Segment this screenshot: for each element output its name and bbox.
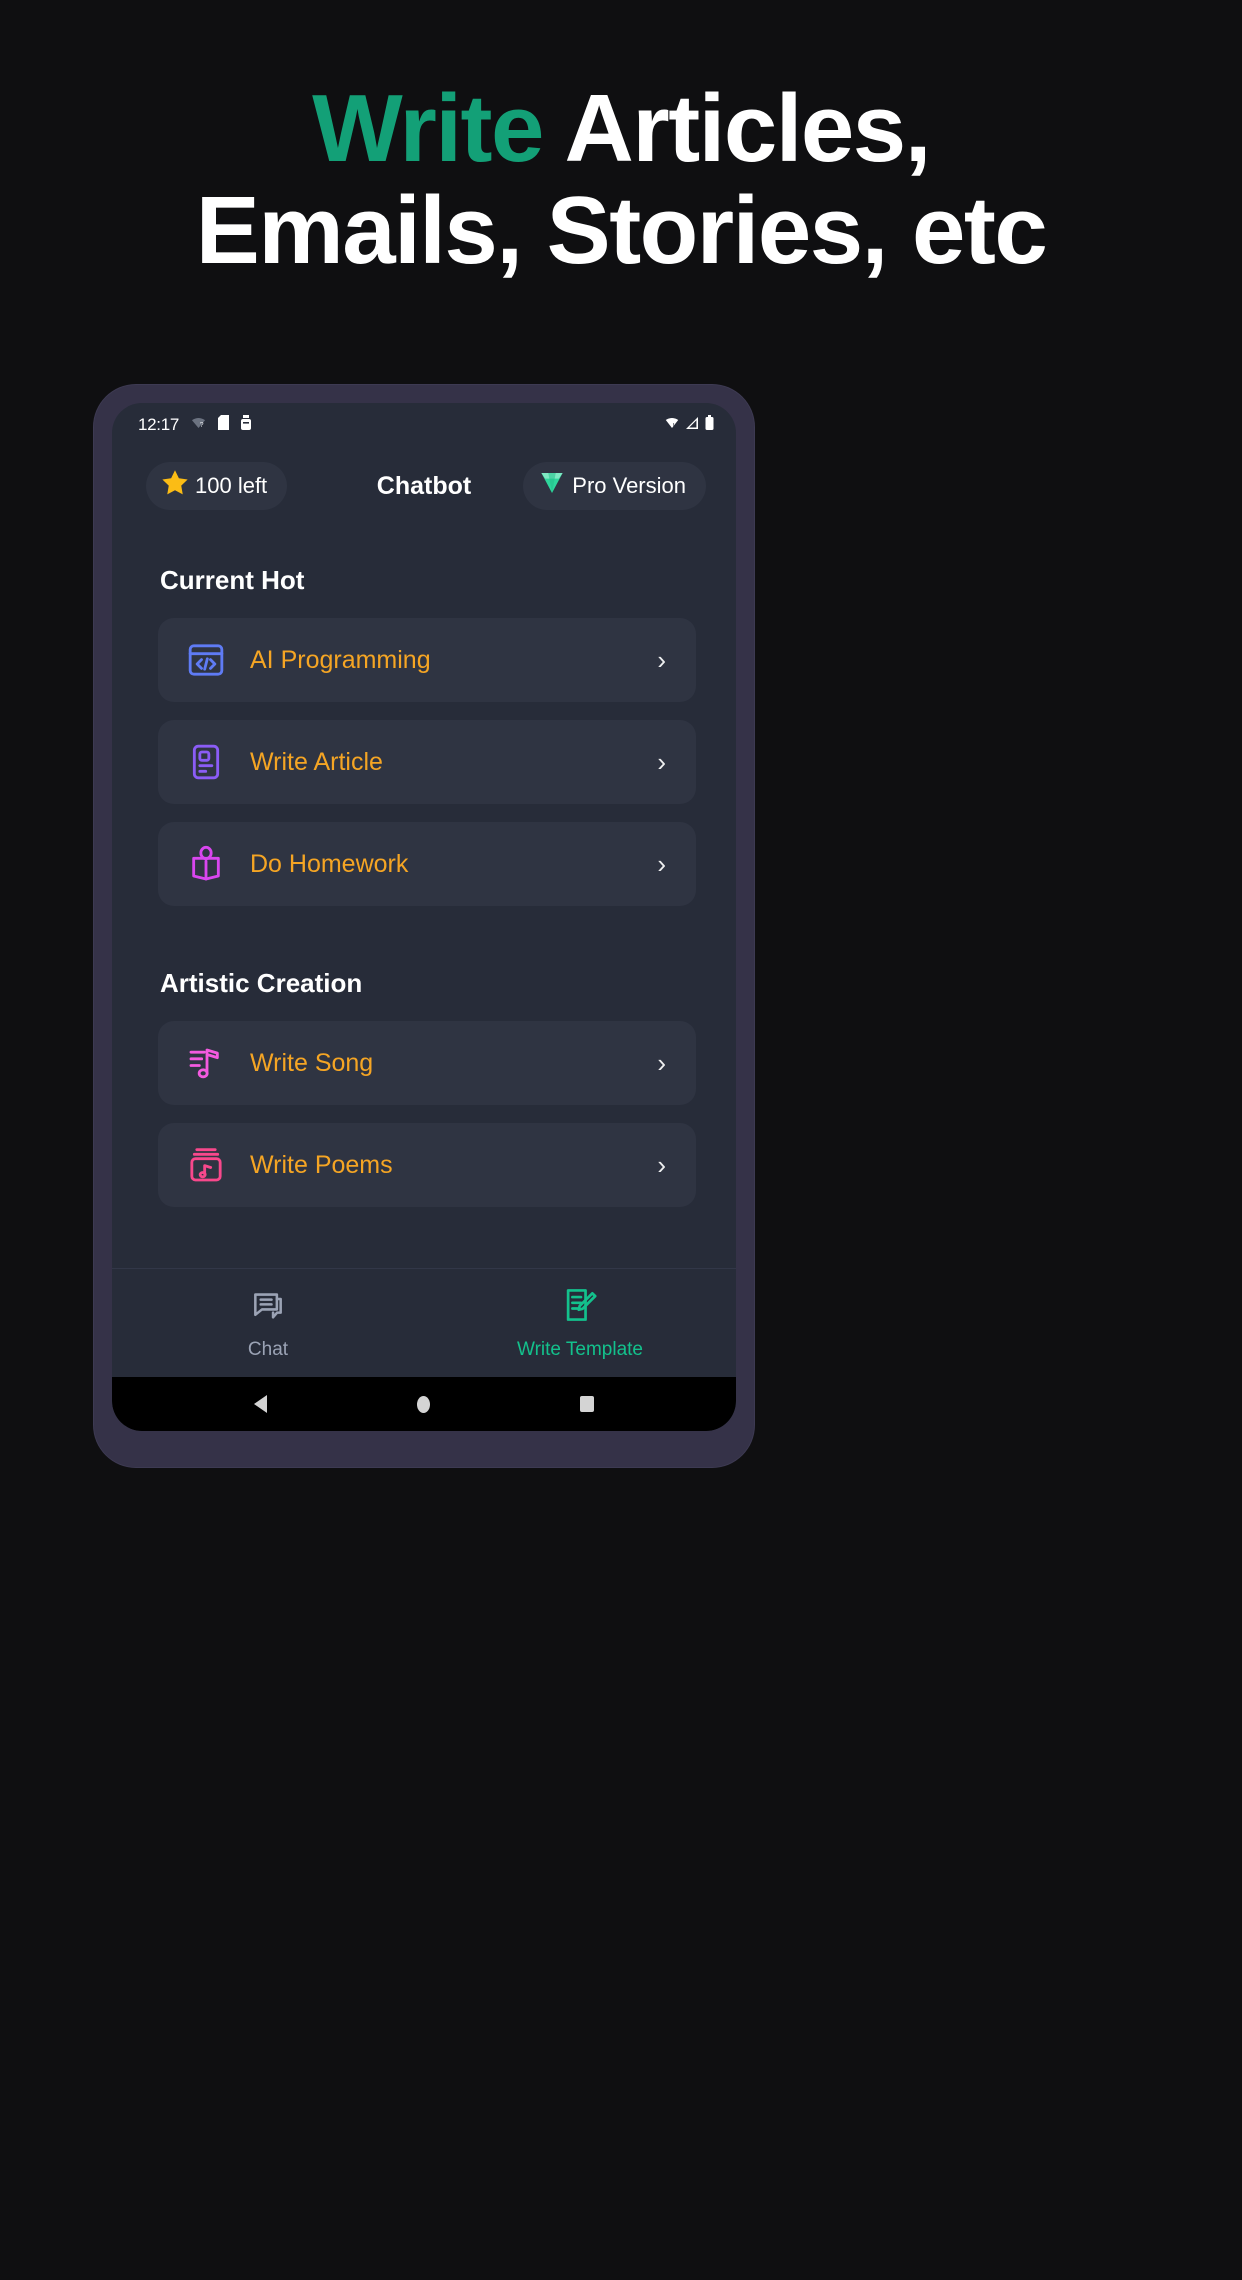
headline-line-1: Write Articles, xyxy=(0,78,1242,180)
music-album-icon xyxy=(184,1143,228,1187)
wifi-icon: ! xyxy=(664,415,680,435)
wifi-question-icon: ? xyxy=(190,415,207,435)
code-window-icon xyxy=(184,638,228,682)
tab-write-template-label: Write Template xyxy=(516,1338,643,1360)
list-item-write-poems[interactable]: Write Poems › xyxy=(158,1123,696,1207)
phone-screen: 12:17 ? ! 100 left Chatbot Pro Version C… xyxy=(112,403,736,1431)
svg-text:!: ! xyxy=(673,423,675,430)
write-template-icon xyxy=(561,1286,599,1329)
chevron-right-icon: › xyxy=(657,747,666,777)
article-icon xyxy=(184,740,228,784)
battery-icon xyxy=(705,415,714,435)
chevron-right-icon: › xyxy=(657,1150,666,1180)
list-item-ai-programming[interactable]: AI Programming › xyxy=(158,618,696,702)
headline-line-1-rest: Articles, xyxy=(542,75,932,182)
chevron-right-icon: › xyxy=(657,645,666,675)
tab-chat[interactable]: Chat xyxy=(112,1286,424,1361)
list-item-label: Do Homework xyxy=(250,849,409,878)
pro-version-pill[interactable]: Pro Version xyxy=(523,462,706,510)
section-title-current-hot: Current Hot xyxy=(160,565,305,595)
headline-line-2: Emails, Stories, etc xyxy=(195,176,1048,284)
list-item-label: Write Song xyxy=(250,1048,374,1077)
credits-pill[interactable]: 100 left xyxy=(146,462,288,510)
sdcard-icon xyxy=(218,415,230,435)
android-navigation-bar xyxy=(112,1377,736,1431)
star-icon xyxy=(160,468,190,504)
status-bar: 12:17 ? ! xyxy=(112,403,736,447)
status-time: 12:17 xyxy=(138,415,180,434)
tab-write-template[interactable]: Write Template xyxy=(424,1286,736,1361)
app-header: 100 left Chatbot Pro Version xyxy=(112,447,736,517)
phone-frame: 12:17 ? ! 100 left Chatbot Pro Version C… xyxy=(94,385,754,1467)
music-note-icon xyxy=(184,1041,228,1085)
tab-chat-label: Chat xyxy=(247,1338,289,1360)
chevron-right-icon: › xyxy=(657,1048,666,1078)
list-item-label: Write Poems xyxy=(250,1150,393,1179)
status-bar-left: 12:17 ? xyxy=(138,414,252,436)
open-book-icon xyxy=(184,842,228,886)
diamond-icon xyxy=(537,468,567,504)
pro-version-label: Pro Version xyxy=(572,473,686,498)
svg-text:?: ? xyxy=(200,422,204,429)
signal-icon xyxy=(685,415,700,435)
list-item-label: Write Article xyxy=(250,747,383,776)
usb-icon xyxy=(240,414,252,436)
back-icon[interactable] xyxy=(254,1395,267,1413)
list-item-label: AI Programming xyxy=(250,645,431,674)
headline-accent-word: Write xyxy=(312,75,544,182)
status-bar-right: ! xyxy=(664,415,714,435)
list-item-do-homework[interactable]: Do Homework › xyxy=(158,822,696,906)
list-item-write-song[interactable]: Write Song › xyxy=(158,1021,696,1105)
home-icon[interactable] xyxy=(417,1395,430,1413)
promo-headline: Write Articles, Emails, Stories, etc xyxy=(0,78,1242,282)
chevron-right-icon: › xyxy=(657,849,666,879)
recents-icon[interactable] xyxy=(580,1396,594,1412)
section-title-artistic-creation: Artistic Creation xyxy=(160,968,363,998)
content-area: Current Hot AI Programming › Write Artic… xyxy=(112,517,736,1268)
bottom-navigation: Chat Write Template xyxy=(112,1268,736,1377)
credits-label: 100 left xyxy=(195,473,268,498)
list-item-write-article[interactable]: Write Article › xyxy=(158,720,696,804)
chat-bubble-icon xyxy=(249,1286,287,1329)
